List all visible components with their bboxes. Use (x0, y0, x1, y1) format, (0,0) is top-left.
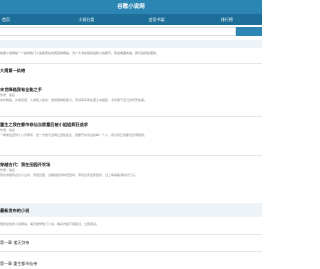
intro-bar (0, 40, 262, 48)
nav-item-ranking[interactable]: 排行榜 (192, 14, 262, 25)
site-title[interactable]: 谷歌小说网 (0, 0, 262, 14)
divider (0, 234, 262, 235)
item-desc: 末世降临，灾难来袭，人类陷入绝境，他觉醒神秘能力，带领幸存者在废土中崛起，书写属… (0, 98, 148, 102)
list-item[interactable]: 重生之我在都市修仙当首富后被小姐姐疯狂追求 作者：佚名 一朝重生回到十八岁那年，… (0, 122, 262, 138)
site-intro: 谷歌小说网是一个提供热门小说免费在线阅读的网站，为广大书友提供最新小说章节，欢迎… (0, 51, 160, 55)
list-item[interactable]: 第一章 重生都市仙帝 (0, 261, 262, 267)
item-desc: 意外穿越到古代小山村，家徒四壁，且看她如何种田经商，带领全家发家致富，过上幸福美… (0, 173, 139, 177)
list-item[interactable]: 穿越古代：我在田园开农场 作者：佚名 意外穿越到古代小山村，家徒四壁，且看她如何… (0, 162, 262, 178)
section-header (0, 203, 262, 217)
section-subtitle: 更新最快的小说网站，每天推荐热门小说，精彩内容不容错过，立即阅读。 (0, 222, 100, 226)
divider (0, 155, 262, 156)
nav-item-bookshelf[interactable]: 会员书架 (121, 14, 191, 25)
divider (0, 63, 262, 64)
item-desc: 一朝重生回到十八岁那年，这一次他不会再让遗憾发生，他要守护身边的每一个人，成为真… (0, 133, 148, 137)
section-title: 最新发布的小说 (0, 208, 30, 213)
search-bar (0, 27, 262, 36)
divider (0, 251, 262, 252)
nav-item-home[interactable]: 首页 (0, 14, 51, 25)
search-button[interactable] (236, 27, 262, 36)
nav-item-categories[interactable]: 小说分类 (51, 14, 121, 25)
search-input[interactable] (0, 27, 236, 36)
item-title[interactable]: 大周第一纨绔 (0, 68, 262, 74)
list-item[interactable]: 大周第一纨绔 (0, 68, 262, 74)
divider (0, 116, 262, 117)
list-item[interactable]: 末世降临我有全能之手 作者：佚名 末世降临，灾难来袭，人类陷入绝境，他觉醒神秘能… (0, 87, 262, 103)
main-nav: 首页 小说分类 会员书架 排行榜 (0, 14, 262, 25)
list-item[interactable]: 第一章 诸天剑帝 (0, 240, 262, 246)
site-header: 谷歌小说网 (0, 0, 262, 14)
